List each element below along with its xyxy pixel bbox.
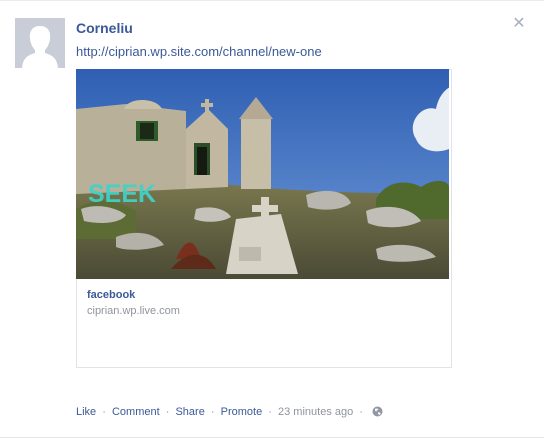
separator: ·	[359, 406, 363, 418]
separator: ·	[102, 406, 106, 418]
share-link[interactable]: Share	[175, 406, 204, 418]
feed-story: Corneliu ✕ http://ciprian.wp.site.com/ch…	[0, 0, 544, 439]
link-attachment[interactable]: SEEK facebook ciprian.wp.live.com	[76, 69, 452, 368]
comment-link[interactable]: Comment	[112, 406, 160, 418]
separator: ·	[210, 406, 215, 418]
like-link[interactable]: Like	[76, 406, 96, 418]
author-name[interactable]: Corneliu	[76, 20, 133, 36]
default-avatar-icon	[15, 18, 65, 68]
attachment-title[interactable]: facebook	[87, 289, 135, 301]
story-divider	[0, 437, 544, 438]
globe-icon[interactable]	[372, 406, 383, 420]
story-actions: Like · Comment · Share · Promote · 23 mi…	[76, 406, 383, 420]
separator: ·	[165, 406, 170, 418]
post-link[interactable]: http://ciprian.wp.site.com/channel/new-o…	[76, 44, 322, 59]
attachment-domain: ciprian.wp.live.com	[87, 305, 180, 317]
avatar[interactable]	[15, 18, 65, 68]
timestamp[interactable]: 23 minutes ago	[278, 406, 353, 418]
promote-link[interactable]: Promote	[221, 406, 263, 418]
separator: ·	[268, 406, 272, 418]
attachment-image[interactable]: SEEK	[76, 69, 449, 279]
image-overlay-text: SEEK	[88, 180, 156, 208]
close-icon[interactable]: ✕	[512, 16, 526, 32]
